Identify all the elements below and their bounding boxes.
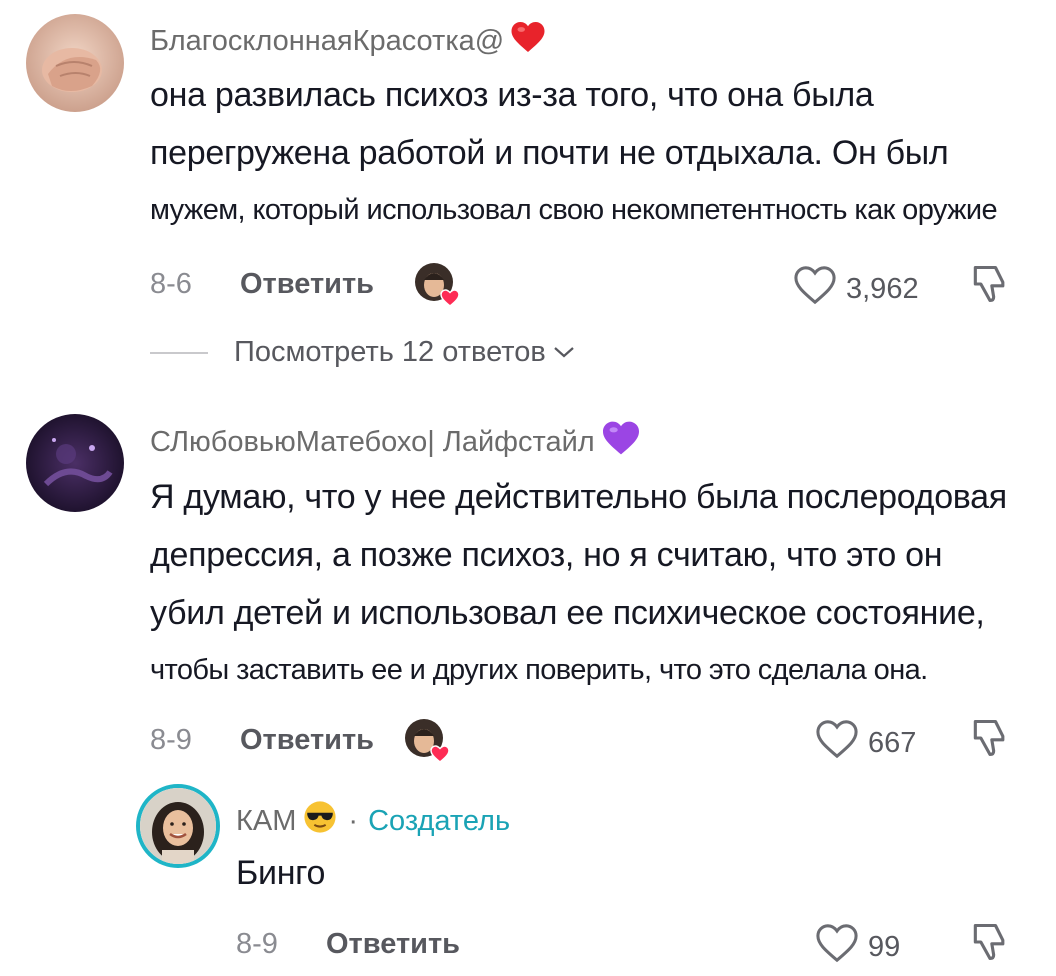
- like-button[interactable]: 667: [814, 718, 916, 768]
- username-text: СЛюбовьюМатебохо| Лайфстайл: [150, 425, 595, 458]
- creator-badge: Создатель: [368, 804, 511, 837]
- view-replies-button[interactable]: Посмотреть 12 ответов: [150, 336, 576, 369]
- comment-date: 8-6: [150, 268, 192, 300]
- like-button[interactable]: 99: [814, 922, 900, 972]
- sunglasses-face-icon: [302, 800, 338, 842]
- comment-text-line: Я думаю, что у нее действительно была по…: [150, 478, 1007, 516]
- dislike-button[interactable]: [968, 716, 1012, 765]
- dislike-icon: [968, 265, 1012, 310]
- user-avatar[interactable]: [26, 414, 124, 512]
- username-text: БлагосклоннаяКрасотка@: [150, 24, 505, 57]
- like-count: 667: [868, 726, 917, 759]
- view-replies-label: Посмотреть 12 ответов: [234, 336, 546, 368]
- comment-text-line: убил детей и использовал ее психическое …: [150, 594, 985, 632]
- reply-text: Бинго: [236, 854, 326, 892]
- reply-date: 8-9: [236, 928, 278, 960]
- username-text: КАМ: [236, 804, 297, 837]
- creator-avatar[interactable]: [136, 784, 220, 868]
- divider-line: [150, 351, 208, 354]
- comment-date: 8-9: [150, 724, 192, 756]
- reply-button[interactable]: Ответить: [326, 928, 460, 961]
- comment-username[interactable]: БлагосклоннаяКрасотка@: [150, 20, 546, 62]
- chevron-down-icon: [552, 336, 576, 369]
- red-heart-icon: [510, 20, 546, 62]
- heart-outline-icon: [814, 922, 860, 972]
- dislike-button[interactable]: [968, 262, 1012, 311]
- dislike-icon: [968, 923, 1012, 968]
- heart-outline-icon: [792, 264, 838, 314]
- user-avatar[interactable]: [26, 14, 124, 112]
- like-count: 99: [868, 930, 901, 963]
- creator-liked-avatar: [404, 718, 450, 763]
- comment-text-line: депрессия, а позже психоз, но я считаю, …: [150, 536, 943, 574]
- comment-text-line: чтобы заставить ее и других поверить, чт…: [150, 654, 928, 686]
- comment-text-line: она развилась психоз из-за того, что она…: [150, 76, 874, 114]
- like-count: 3,962: [846, 272, 919, 305]
- creator-liked-avatar: [414, 262, 460, 307]
- dislike-button[interactable]: [968, 920, 1012, 969]
- separator-dot: ·: [348, 804, 359, 837]
- purple-heart-icon: [601, 420, 641, 464]
- dislike-icon: [968, 719, 1012, 764]
- comment-username[interactable]: СЛюбовьюМатебохо| Лайфстайл: [150, 420, 641, 464]
- like-button[interactable]: 3,962: [792, 264, 919, 314]
- comment-text-line: перегружена работой и почти не отдыхала.…: [150, 134, 949, 172]
- reply-button[interactable]: Ответить: [240, 724, 374, 757]
- comment-text-line: мужем, который использовал свою некомпет…: [150, 194, 998, 226]
- heart-outline-icon: [814, 718, 860, 768]
- reply-username[interactable]: КАМ · Создатель: [236, 800, 510, 842]
- reply-button[interactable]: Ответить: [240, 268, 374, 301]
